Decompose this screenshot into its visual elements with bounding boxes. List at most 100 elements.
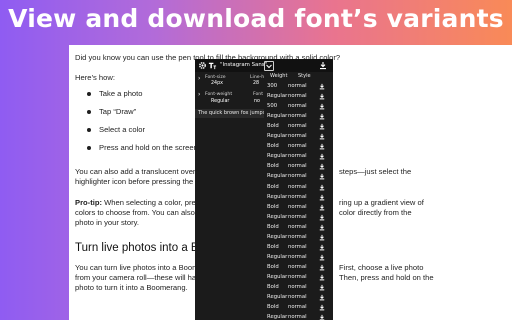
table-row: Bold normal (264, 242, 333, 252)
chevron-right-icon: › (198, 75, 201, 82)
variant-weight: Regular (267, 253, 288, 260)
protip-label: Pro-tip: (75, 198, 102, 207)
overlay-text-right: steps—just select the (339, 167, 412, 176)
variant-weight: Regular (267, 93, 288, 100)
table-row: Regular normal (264, 151, 333, 161)
protip-line-2-right: color directly from the (339, 208, 412, 217)
variant-weight: Bold (267, 143, 279, 150)
variant-weight: Regular (267, 233, 288, 240)
table-row: Bold normal (264, 262, 333, 272)
variant-weight: Bold (267, 263, 279, 270)
variant-weight: 500 (267, 103, 278, 110)
table-row: Bold normal (264, 182, 333, 192)
boomerang-line-2: from your camera roll—these will have th… (75, 273, 265, 282)
variant-weight: Bold (267, 284, 279, 290)
style-column-header: Style (298, 73, 311, 79)
variant-style: normal (288, 193, 307, 200)
variant-weight: Regular (267, 113, 288, 120)
gear-icon[interactable] (198, 61, 207, 70)
font-size-value: 24px (211, 81, 223, 86)
variant-style: normal (288, 233, 307, 240)
variant-weight: Bold (267, 203, 279, 210)
table-row: Bold normal (264, 302, 333, 312)
boomerang-line-1: You can turn live photos into a Boomeran… (75, 263, 261, 272)
table-row: Bold normal (264, 222, 333, 232)
font-inspector-panel: "Instagram Sans" › Font-size 24px Line-h… (195, 59, 333, 320)
variant-weight: Regular (267, 314, 288, 320)
variant-weight: Regular (267, 173, 288, 180)
font-weight-value: Regular (211, 99, 230, 104)
line-height-label: Line-h (250, 75, 265, 80)
variant-style: normal (288, 93, 307, 100)
protip-right: ring up a gradient view of (339, 198, 424, 207)
variant-style: normal (288, 183, 307, 190)
variant-style: normal (288, 103, 307, 110)
font-size-label: Font-size (205, 75, 226, 80)
variant-style: normal (288, 143, 307, 150)
variant-weight: Regular (267, 273, 288, 280)
chevron-down-icon[interactable] (264, 61, 274, 71)
table-row: Regular normal (264, 272, 333, 282)
variant-style: normal (288, 123, 307, 130)
variant-style: normal (288, 213, 307, 220)
variant-style: normal (288, 253, 307, 260)
variant-style: normal (288, 314, 307, 320)
variant-style: normal (288, 113, 307, 120)
font-style-value: no (254, 99, 260, 104)
variant-style: normal (288, 153, 307, 160)
table-row: Regular normal (264, 292, 333, 302)
variant-weight: Regular (267, 153, 288, 160)
variant-weight: Bold (267, 304, 279, 311)
weight-column-header: Weight (270, 73, 288, 79)
table-row: 300 normal (264, 81, 333, 91)
variant-weight: Bold (267, 223, 279, 230)
table-row: Bold normal (264, 161, 333, 171)
variant-style: normal (288, 133, 307, 140)
variant-style: normal (288, 284, 307, 290)
table-row: Regular normal (264, 232, 333, 242)
variant-weight: 300 (267, 83, 278, 89)
variant-weight: Regular (267, 193, 288, 200)
variant-style: normal (288, 273, 307, 280)
table-row: Bold normal (264, 121, 333, 131)
variant-style: normal (288, 163, 307, 170)
font-variants-list: Weight Style 300 normal Regular normal 500 no… (264, 72, 333, 320)
table-row: Regular normal (264, 131, 333, 141)
boomerang-line-2-right: Then, press and hold on the (339, 273, 434, 282)
table-row: Regular normal (264, 171, 333, 181)
variant-style: normal (288, 243, 307, 250)
variant-weight: Bold (267, 163, 279, 170)
table-row: Regular normal (264, 91, 333, 101)
download-icon[interactable] (319, 314, 325, 320)
variant-weight: Bold (267, 123, 279, 130)
table-row: Bold normal (264, 141, 333, 151)
panel-toolbar: "Instagram Sans" (195, 59, 333, 72)
protip-line-1: Pro-tip: When selecting a color, press a… (75, 198, 258, 208)
variant-style: normal (288, 203, 307, 210)
download-icon[interactable] (319, 61, 327, 72)
variant-weight: Bold (267, 243, 279, 250)
table-row: Regular normal (264, 111, 333, 121)
variant-weight: Regular (267, 213, 288, 220)
text-style-icon[interactable] (208, 61, 217, 70)
font-weight-label: Font-weight (205, 92, 233, 97)
chevron-right-icon: › (198, 91, 201, 98)
table-row: Regular normal (264, 212, 333, 222)
variant-style: normal (288, 173, 307, 180)
variant-style: normal (288, 294, 307, 301)
table-row: Bold normal (264, 282, 333, 292)
overlay-text: You can also add a translucent overlay t… (75, 167, 260, 176)
table-row: Regular normal (264, 252, 333, 262)
protip-line-2: colors to choose from. You can also tap … (75, 208, 261, 217)
variant-style: normal (288, 304, 307, 311)
table-row: 500 normal (264, 101, 333, 111)
table-row: Regular normal (264, 312, 333, 320)
variant-weight: Regular (267, 133, 288, 140)
font-family-name: "Instagram Sans" (220, 62, 268, 68)
variant-weight: Bold (267, 183, 279, 190)
table-row: Regular normal (264, 192, 333, 202)
table-row: Bold normal (264, 202, 333, 212)
variants-header: Weight Style (264, 72, 333, 81)
variant-weight: Regular (267, 294, 288, 301)
banner-title: View and download font’s variants (8, 4, 504, 33)
